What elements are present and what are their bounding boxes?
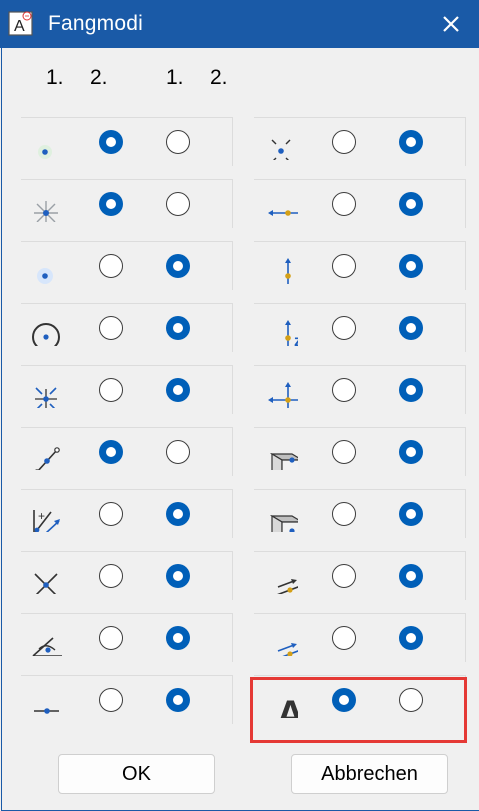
close-icon [443,16,459,32]
line-endpoint-icon [35,447,60,470]
radio-left-2-first[interactable] [99,192,123,216]
radio-right-1-first[interactable] [332,130,356,154]
radio-left-1-second[interactable] [166,130,190,154]
radio-right-6-first[interactable] [332,440,356,464]
radio-right-2-second[interactable] [399,192,423,216]
snap-row-left-4 [21,303,233,352]
cube-face-icon [269,514,298,532]
snap-row-left-6 [21,427,233,476]
radio-right-3-first[interactable] [332,254,356,278]
radio-left-9-first[interactable] [99,626,123,650]
snap-row-right-7 [254,489,466,538]
radio-left-5-first[interactable] [99,378,123,402]
radio-left-6-first[interactable] [99,440,123,464]
snap-row-left-3 [21,241,233,290]
snap-row-right-2 [254,179,466,228]
svg-text:A: A [14,18,25,35]
column-header-right-2: 2. [210,66,228,89]
snap-row-left-10 [21,675,233,724]
snap-row-left-2 [21,179,233,228]
radio-left-4-first[interactable] [99,316,123,340]
z-axis-icon: z [285,320,298,346]
radio-left-8-first[interactable] [99,564,123,588]
snap-row-right-9 [254,613,466,662]
radio-right-7-second[interactable] [399,502,423,526]
radio-right-8-first[interactable] [332,564,356,588]
window-title: Fangmodi [48,12,143,35]
perpendicular-icon: + [33,509,60,532]
radio-right-2-first[interactable] [332,192,356,216]
snap-row-right-8 [254,551,466,600]
radio-left-5-second[interactable] [166,378,190,402]
radio-left-10-first[interactable] [99,688,123,712]
cancel-button[interactable]: Abbrechen [291,754,448,794]
radio-right-8-second[interactable] [399,564,423,588]
snap-row-left-8 [21,551,233,600]
horizontal-icon [268,210,298,216]
radio-right-9-first[interactable] [332,626,356,650]
highlight-box [250,677,467,743]
close-button[interactable] [423,0,479,48]
snap-row-left-5 [21,365,233,414]
intersection-icon [34,573,58,594]
radio-right-4-second[interactable] [399,316,423,340]
radio-left-3-first[interactable] [99,254,123,278]
svg-text:z: z [294,333,298,346]
title-bar: A Fangmodi [0,0,479,48]
radio-left-4-second[interactable] [166,316,190,340]
radio-right-3-second[interactable] [399,254,423,278]
angle-icon [32,637,62,656]
radio-right-5-second[interactable] [399,378,423,402]
radio-right-6-second[interactable] [399,440,423,464]
midpoint-icon [37,268,53,284]
nearest-point-icon [35,387,57,408]
cross-snap-icon [268,382,298,408]
vertical-icon [285,258,291,284]
radio-left-9-second[interactable] [166,626,190,650]
line-point-icon [34,708,59,714]
snap-row-right-6 [254,427,466,476]
snap-row-right-3 [254,241,466,290]
tangent-icon [277,643,298,656]
parallel-icon [277,579,298,594]
snap-row-right-1 [254,117,466,166]
radio-right-5-first[interactable] [332,378,356,402]
radio-right-4-first[interactable] [332,316,356,340]
radio-left-7-second[interactable] [166,502,190,526]
radio-left-7-first[interactable] [99,502,123,526]
column-header-left-2: 2. [90,66,108,89]
radio-right-9-second[interactable] [399,626,423,650]
snap-row-left-9 [21,613,233,662]
radio-left-3-second[interactable] [166,254,190,278]
radio-right-7-first[interactable] [332,502,356,526]
intersection-snap-icon [271,139,291,160]
radio-left-6-second[interactable] [166,440,190,464]
radio-left-2-second[interactable] [166,192,190,216]
app-icon: A [8,11,33,36]
snap-row-left-1 [21,117,233,166]
cube-corner-icon [269,452,298,470]
point-icon [38,145,52,159]
svg-text:+: + [38,509,45,523]
radio-left-1-first[interactable] [99,130,123,154]
circle-center-icon [32,323,60,346]
center-icon [34,201,58,222]
snap-row-right-4: z [254,303,466,352]
radio-left-8-second[interactable] [166,564,190,588]
snap-row-right-5 [254,365,466,414]
column-header-right-1: 1. [166,66,184,89]
radio-right-1-second[interactable] [399,130,423,154]
column-header-left-1: 1. [46,66,64,89]
ok-button[interactable]: OK [58,754,215,794]
radio-left-10-second[interactable] [166,688,190,712]
snap-row-left-7: + [21,489,233,538]
